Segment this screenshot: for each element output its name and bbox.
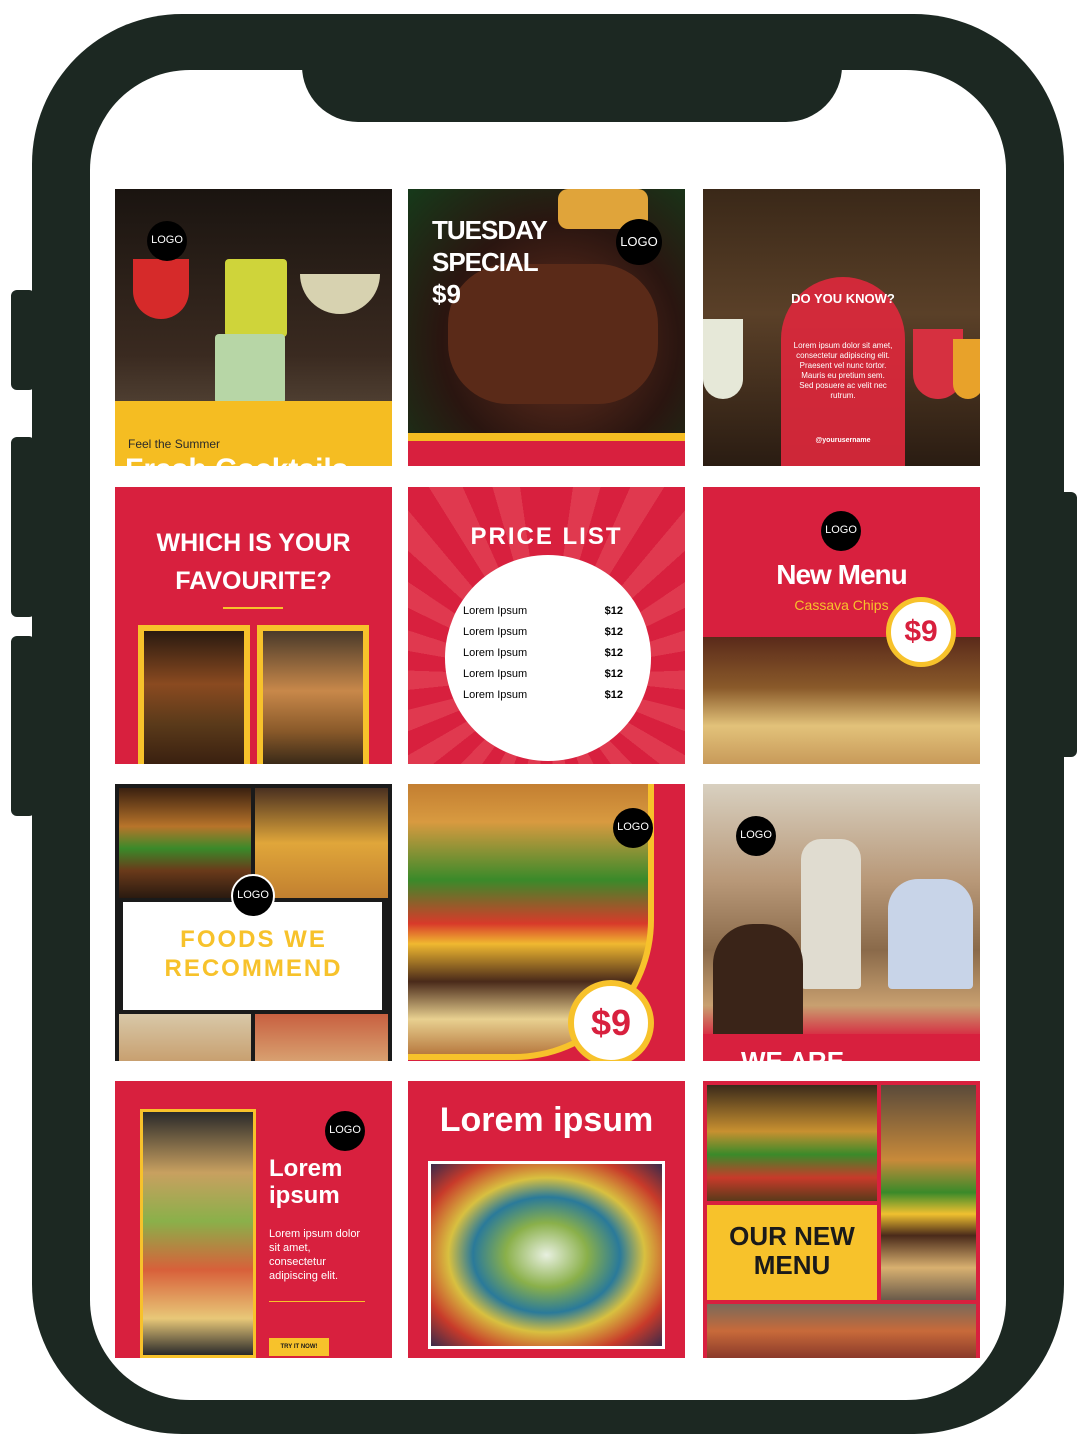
sandwich-image	[263, 631, 363, 764]
tile-we-are[interactable]: LOGO WE ARE	[703, 784, 980, 1061]
item-name: Lorem Ipsum	[463, 647, 528, 659]
try-it-now-button[interactable]: TRY IT NOW!	[269, 1338, 329, 1356]
cocktail-glass-red	[133, 259, 189, 319]
tile-footer-stripe	[408, 439, 685, 466]
logo-badge: LOGO	[231, 874, 275, 918]
power-button	[1058, 492, 1077, 757]
question-line2: FAVOURITE?	[175, 567, 332, 595]
bottom-dish-image	[707, 1304, 976, 1358]
burger-image	[881, 1085, 976, 1300]
mute-button	[11, 636, 35, 816]
logo-badge: LOGO	[821, 511, 861, 551]
phone-notch	[302, 66, 842, 122]
tile-burger-price[interactable]: LOGO $9	[408, 784, 685, 1061]
tile-which-favourite[interactable]: WHICH IS YOUR FAVOURITE?	[115, 487, 392, 764]
tile-our-new-menu[interactable]: OUR NEW MENU	[703, 1081, 980, 1358]
logo-badge: LOGO	[147, 221, 187, 261]
customer-right	[888, 879, 973, 989]
option-sandwich[interactable]	[257, 625, 369, 764]
price-list-heading: PRICE LIST	[470, 523, 623, 550]
lorem-title2: ipsum	[269, 1182, 340, 1209]
platter-image	[428, 1161, 665, 1349]
platter-title: Lorem ipsum	[439, 1101, 654, 1139]
our-new-line1: OUR NEW	[729, 1221, 855, 1251]
item-price: $12	[604, 626, 623, 638]
tile-lorem-nachos[interactable]: LOGO Lorem ipsum Lorem ipsum dolor sit a…	[115, 1081, 392, 1358]
tile-do-you-know[interactable]: DO YOU KNOW? Lorem ipsum dolor sit amet,…	[703, 189, 980, 466]
logo-text: LOGO	[740, 828, 772, 841]
item-price: $12	[604, 647, 623, 659]
tile-footer-yellow	[408, 433, 685, 441]
logo-badge: LOGO	[613, 808, 653, 848]
bar-glass-left	[703, 319, 743, 399]
price-row: Lorem Ipsum $12	[463, 647, 623, 659]
price-badge: $9	[886, 597, 956, 667]
item-name: Lorem Ipsum	[463, 605, 528, 617]
logo-badge: LOGO	[736, 816, 776, 856]
item-name: Lorem Ipsum	[463, 689, 528, 701]
menu-title: New Menu	[776, 559, 907, 590]
food-bottom-right	[255, 1014, 388, 1061]
burger-image	[119, 788, 251, 898]
item-price: $12	[604, 689, 623, 701]
lorem-body: Lorem ipsum dolor sit amet, consectetur …	[269, 1228, 361, 1282]
volume-down-button	[11, 437, 35, 617]
price-badge: $9	[568, 980, 654, 1061]
burger-image	[144, 631, 244, 764]
nachos-image	[140, 1109, 256, 1358]
tagline: Feel the Summer	[128, 437, 221, 451]
cocktail-glass-mint	[215, 334, 285, 404]
waiter-figure	[801, 839, 861, 989]
food-bottom-left	[119, 1014, 251, 1061]
tile-foods-we-recommend[interactable]: LOGO FOODS WE RECOMMEND	[115, 784, 392, 1061]
cocktail-glass-martini	[300, 274, 380, 314]
info-body: Lorem ipsum dolor sit amet, consectetur …	[793, 341, 893, 400]
question-line1: WHICH IS YOUR	[156, 529, 351, 557]
price-list: Lorem Ipsum $12 Lorem Ipsum $12 Lorem Ip…	[463, 605, 623, 701]
headline: Fresh Cocktails	[125, 453, 348, 466]
info-heading: DO YOU KNOW?	[791, 291, 895, 306]
logo-text: LOGO	[620, 233, 658, 249]
tile-price-list[interactable]: PRICE LIST Lorem Ipsum $12 Lorem Ipsum $…	[408, 487, 685, 764]
price-row: Lorem Ipsum $12	[463, 605, 623, 617]
cocktail-glass-yellow	[225, 259, 287, 337]
fries-image	[255, 788, 388, 898]
item-price: $12	[604, 605, 623, 617]
recommend-line2: RECOMMEND	[164, 955, 343, 982]
recommend-line1: FOODS WE	[180, 926, 327, 953]
tile-tuesday-special[interactable]: TUESDAY SPECIAL $9 LOGO	[408, 189, 685, 466]
price-row: Lorem Ipsum $12	[463, 668, 623, 680]
item-price: $12	[604, 668, 623, 680]
our-new-line2: MENU	[753, 1250, 831, 1280]
logo-text: LOGO	[151, 233, 183, 246]
tile-fresh-cocktails[interactable]: LOGO Feel the Summer Fresh Cocktails	[115, 189, 392, 466]
lorem-title1: Lorem	[269, 1155, 343, 1182]
we-are-caption: WE ARE	[741, 1046, 845, 1061]
divider	[223, 607, 283, 609]
logo-text: LOGO	[329, 1123, 361, 1136]
taco-image	[707, 1085, 877, 1201]
tile-new-menu-cassava[interactable]: LOGO New Menu Cassava Chips $9	[703, 487, 980, 764]
logo-badge: LOGO	[325, 1111, 365, 1151]
special-line1: TUESDAY	[432, 215, 548, 245]
logo-badge: LOGO	[616, 219, 662, 265]
customer-left	[713, 924, 803, 1044]
item-name: Lorem Ipsum	[463, 668, 528, 680]
special-price: $9	[432, 279, 461, 309]
special-line2: SPECIAL	[432, 247, 539, 277]
logo-text: LOGO	[825, 523, 857, 536]
volume-up-button	[11, 290, 35, 390]
price-row: Lorem Ipsum $12	[463, 626, 623, 638]
bar-glass-orange	[953, 339, 980, 399]
steak-image	[448, 264, 658, 404]
info-username: @yourusername	[815, 437, 871, 444]
tile-lorem-platter[interactable]: Lorem ipsum	[408, 1081, 685, 1358]
divider	[269, 1301, 365, 1302]
item-name: Lorem Ipsum	[463, 626, 528, 638]
logo-text: LOGO	[617, 820, 649, 833]
price-row: Lorem Ipsum $12	[463, 689, 623, 701]
logo-text: LOGO	[237, 888, 269, 901]
option-burger[interactable]	[138, 625, 250, 764]
